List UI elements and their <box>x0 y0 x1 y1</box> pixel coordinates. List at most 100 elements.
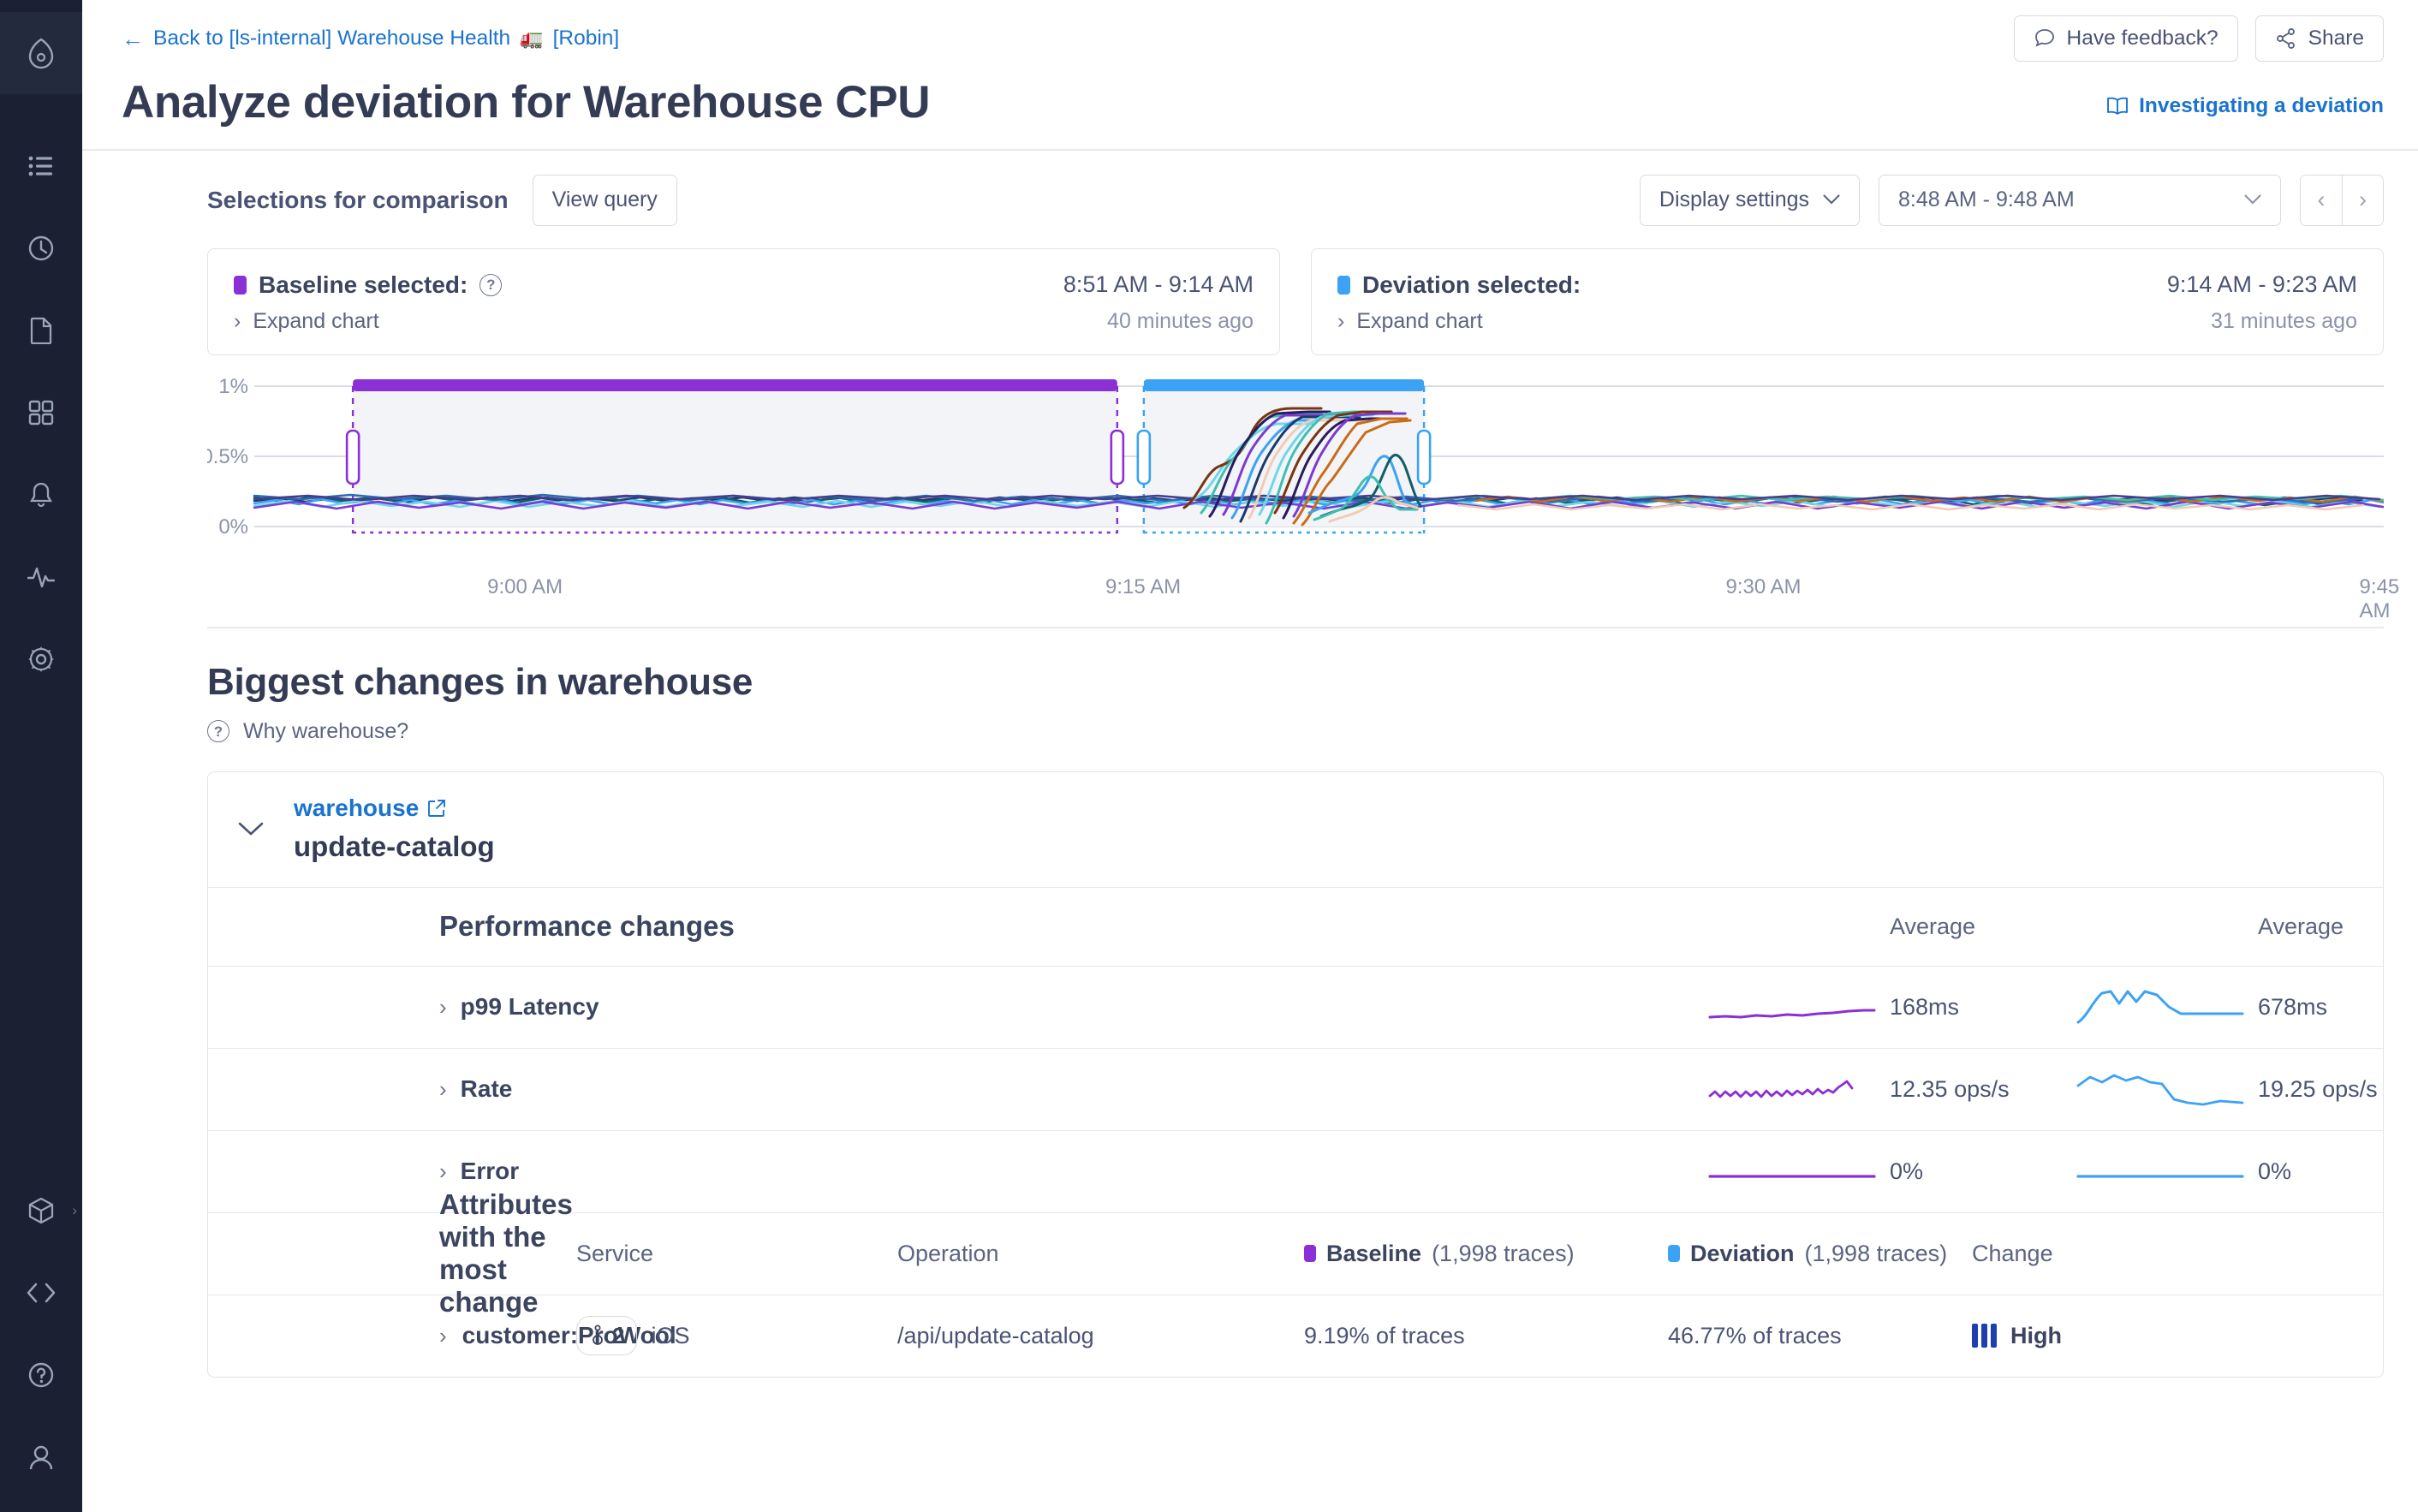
logo-icon[interactable] <box>0 12 82 94</box>
column-header-baseline-average: Average <box>1890 914 1975 939</box>
deviation-relative-time: 31 minutes ago <box>2211 309 2357 334</box>
baseline-right-handle <box>1111 431 1123 484</box>
display-settings-label: Display settings <box>1659 188 1809 212</box>
baseline-sparkline-rate <box>1664 1065 1878 1113</box>
chevron-down-icon <box>237 821 265 836</box>
metric-label: Error <box>461 1158 519 1185</box>
time-range-value: 8:48 AM - 9:48 AM <box>1898 188 2075 212</box>
why-warehouse-link[interactable]: ? Why warehouse? <box>207 719 2384 744</box>
legend-deviation: Deviation (1,998 traces) <box>1668 1241 1972 1267</box>
doc-link-label: Investigating a deviation <box>2139 94 2384 118</box>
metric-row-p99-latency[interactable]: › p99 Latency 168ms 678ms High <box>208 966 2383 1048</box>
deviation-timeseries-chart[interactable]: 1% 0.5% 0% <box>82 355 2418 628</box>
attribute-change-label: High <box>2010 1323 2062 1349</box>
bell-icon[interactable] <box>0 454 82 536</box>
app-root: › ← Back to [ls-internal] Warehouse Heal… <box>0 0 2418 1512</box>
y-tick-1: 1% <box>218 375 248 398</box>
selections-title: Selections for comparison <box>207 187 509 214</box>
main-content: ← Back to [ls-internal] Warehouse Health… <box>82 0 2418 1512</box>
baseline-sparkline-error <box>1664 1147 1878 1195</box>
deviation-expand-chart-button[interactable]: › Expand chart <box>1337 309 1483 334</box>
gear-icon[interactable] <box>0 618 82 700</box>
baseline-value-rate: 12.35 ops/s <box>1878 1076 2032 1103</box>
biggest-changes-section: Biggest changes in warehouse ? Why wareh… <box>82 628 2418 744</box>
service-node-icon <box>589 1324 606 1347</box>
time-range-selector[interactable]: 8:48 AM - 9:48 AM <box>1879 175 2281 226</box>
share-button[interactable]: Share <box>2255 15 2384 62</box>
cube-icon[interactable]: › <box>0 1170 82 1252</box>
column-header-operation: Operation <box>897 1241 999 1266</box>
investigating-deviation-doc-link[interactable]: Investigating a deviation <box>2106 94 2384 127</box>
view-query-label: View query <box>552 188 658 212</box>
chevron-right-icon: › <box>439 1076 447 1103</box>
breadcrumb-suffix: [Robin] <box>553 27 620 51</box>
chevron-right-icon: › <box>439 1158 447 1185</box>
user-icon[interactable] <box>0 1416 82 1498</box>
page-title: Analyze deviation for Warehouse CPU <box>122 79 930 127</box>
attributes-header-row: Attributes with the most change Service … <box>208 1212 2383 1295</box>
deviation-region-handle-bar <box>1144 379 1424 391</box>
share-icon <box>2275 27 2297 50</box>
list-icon[interactable] <box>0 125 82 207</box>
document-icon[interactable] <box>0 289 82 372</box>
service-count-badge[interactable]: 2 <box>576 1316 637 1355</box>
metric-expand-p99-latency[interactable]: › p99 Latency <box>439 993 1664 1021</box>
chevron-right-icon: › <box>439 1323 447 1349</box>
service-link-warehouse[interactable]: warehouse <box>294 795 495 822</box>
arrow-left-icon: ← <box>122 27 144 50</box>
chevron-right-icon: › <box>1337 309 1344 334</box>
baseline-value-error: 0% <box>1878 1158 2032 1185</box>
deviation-sparkline-error <box>2032 1147 2246 1195</box>
deviation-sparkline-rate <box>2032 1065 2246 1113</box>
dashboard-icon[interactable] <box>0 372 82 454</box>
metric-expand-rate[interactable]: › Rate <box>439 1075 1664 1103</box>
baseline-color-swatch <box>234 276 247 295</box>
display-settings-button[interactable]: Display settings <box>1640 175 1860 226</box>
metric-expand-error[interactable]: › Error <box>439 1158 1664 1185</box>
metric-row-rate[interactable]: › Rate 12.35 ops/s 19.25 ops/s Low <box>208 1048 2383 1130</box>
help-icon[interactable]: ? <box>479 274 502 296</box>
deviation-selection-card[interactable]: Deviation selected: 9:14 AM - 9:23 AM › … <box>1311 248 2384 355</box>
baseline-region-handle-bar <box>353 379 1117 391</box>
baseline-selection-card[interactable]: Baseline selected: ? 8:51 AM - 9:14 AM ›… <box>207 248 1280 355</box>
breadcrumb-back-link[interactable]: ← Back to [ls-internal] Warehouse Health… <box>122 27 619 51</box>
baseline-expand-label: Expand chart <box>253 309 378 334</box>
deviation-time-range: 9:14 AM - 9:23 AM <box>2167 271 2357 298</box>
attribute-baseline-value: 9.19% of traces <box>1304 1323 1668 1349</box>
truck-emoji-icon: 🚛 <box>520 27 543 50</box>
activity-icon[interactable] <box>0 536 82 618</box>
deviation-expand-label: Expand chart <box>1356 309 1482 334</box>
attribute-expand-toggle[interactable]: › customer:ProWool <box>439 1322 576 1349</box>
attributes-title: Attributes with the most change <box>439 1188 573 1318</box>
chart-svg[interactable]: 1% 0.5% 0% <box>207 371 2384 572</box>
x-tick-1: 9:15 AM <box>1105 575 1181 599</box>
performance-changes-title: Performance changes <box>439 910 735 942</box>
attribute-deviation-value: 46.77% of traces <box>1668 1323 1972 1349</box>
chart-x-axis: 9:00 AM 9:15 AM 9:30 AM 9:45 AM <box>207 572 2384 608</box>
speech-bubble-icon <box>2034 27 2056 50</box>
help-icon[interactable] <box>0 1334 82 1416</box>
deviation-right-handle <box>1418 431 1430 484</box>
deviation-label: Deviation selected: <box>1362 271 1581 299</box>
column-header-attr-change: Change <box>1972 1241 2053 1267</box>
clock-icon[interactable] <box>0 207 82 289</box>
external-link-icon <box>427 799 446 818</box>
deviation-sparkline-p99 <box>2032 983 2246 1031</box>
book-icon <box>2106 96 2129 116</box>
previous-range-button[interactable]: ‹ <box>2301 176 2342 225</box>
time-nav-group: ‹ › <box>2300 175 2384 226</box>
service-count-value: 2 <box>612 1323 624 1349</box>
code-icon[interactable] <box>0 1252 82 1334</box>
have-feedback-label: Have feedback? <box>2067 27 2218 51</box>
attribute-operation: /api/update-catalog <box>897 1323 1304 1349</box>
change-bars-high <box>1972 1324 1997 1348</box>
next-range-button[interactable]: › <box>2342 176 2383 225</box>
have-feedback-button[interactable]: Have feedback? <box>2014 15 2238 62</box>
x-tick-3: 9:45 AM <box>2360 575 2400 623</box>
left-nav-rail: › <box>0 0 82 1512</box>
baseline-expand-chart-button[interactable]: › Expand chart <box>234 309 379 334</box>
view-query-button[interactable]: View query <box>533 175 677 226</box>
chevron-down-icon <box>2244 194 2261 205</box>
panel-collapse-toggle[interactable] <box>208 821 294 836</box>
baseline-value-p99: 168ms <box>1878 994 2032 1021</box>
